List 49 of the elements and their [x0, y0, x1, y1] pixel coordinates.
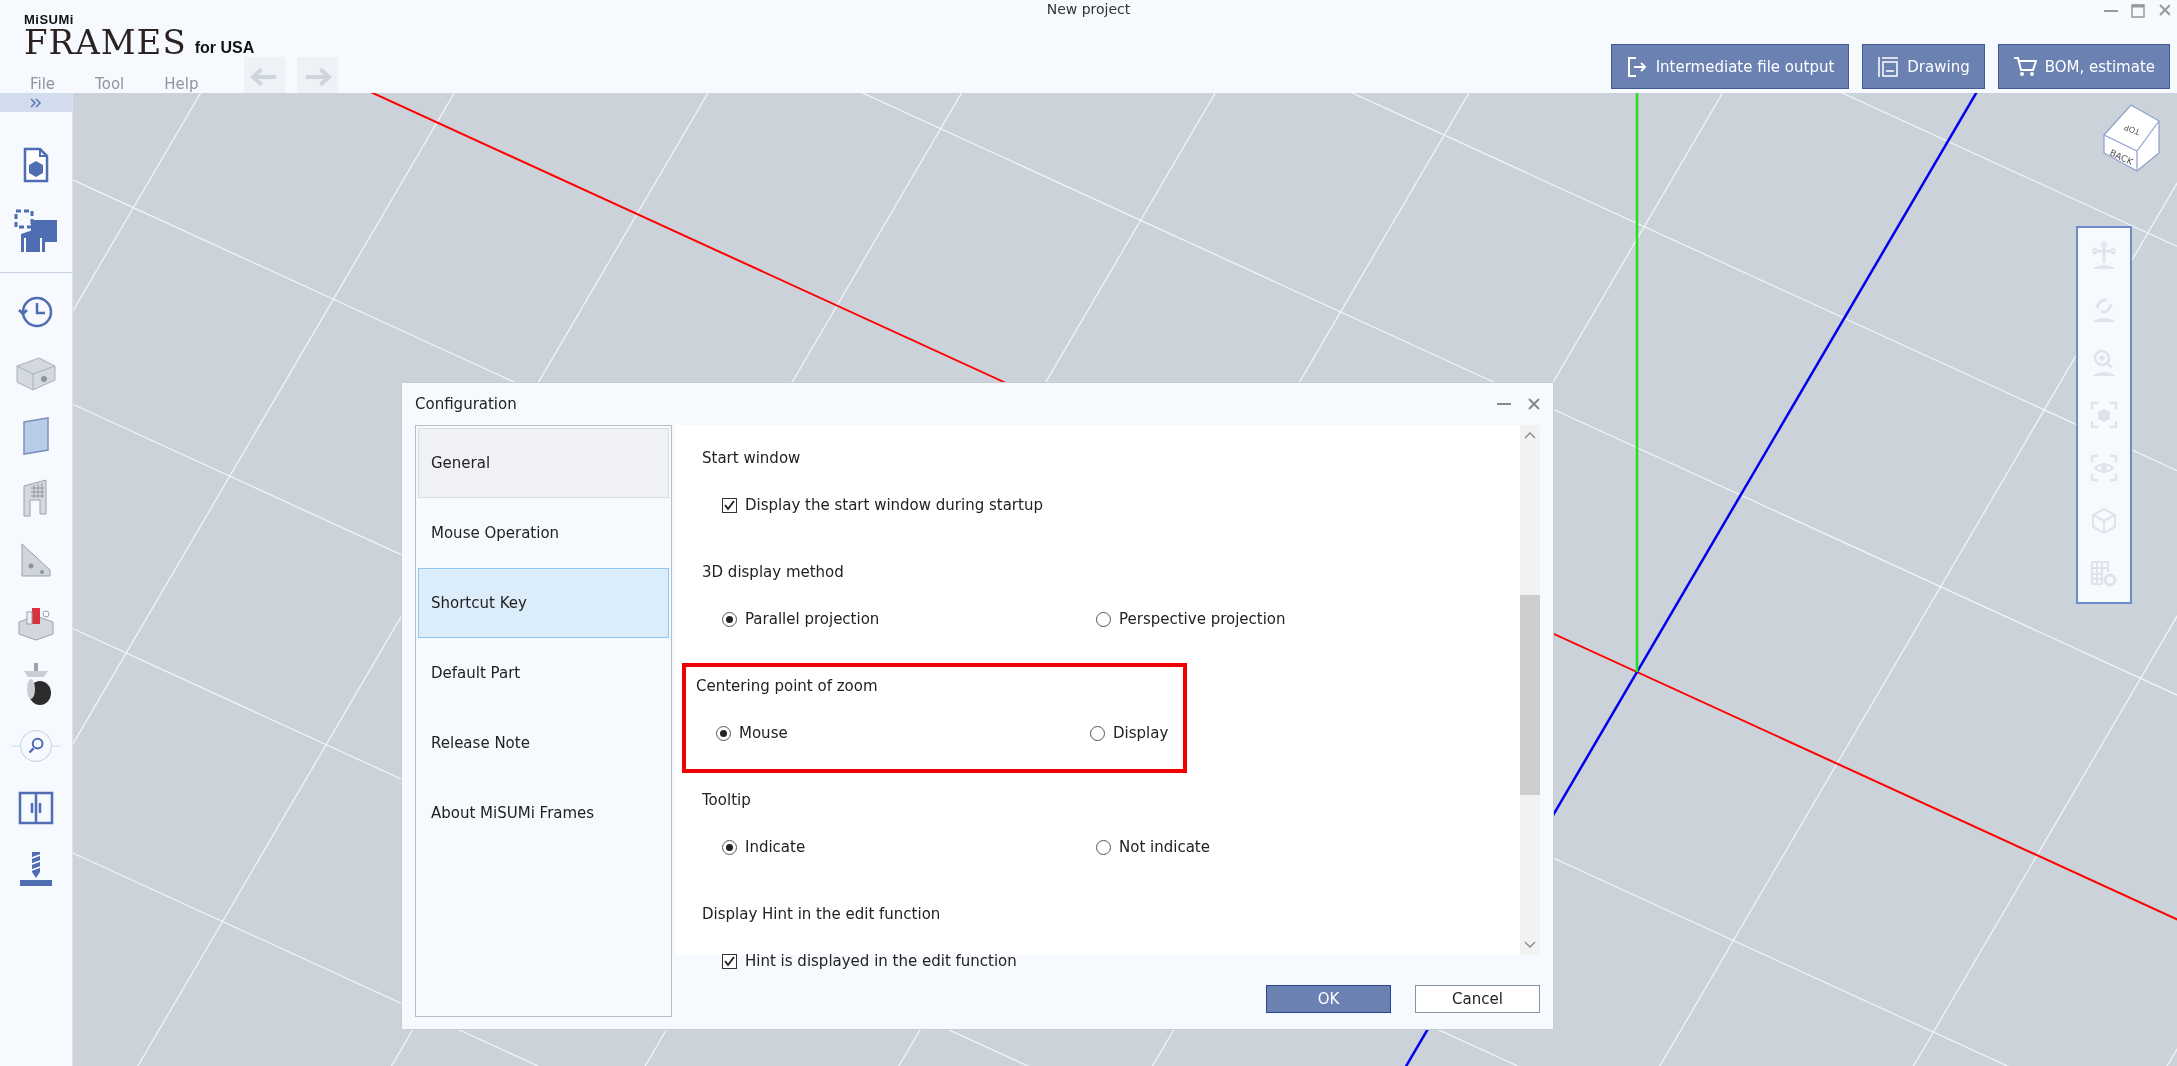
scrollbar[interactable] — [1520, 425, 1540, 955]
nav-item[interactable]: Release Note — [418, 708, 669, 778]
window-title: New project — [1046, 0, 1131, 19]
drawing-icon — [1877, 55, 1900, 78]
section-title: Tooltip — [702, 790, 752, 811]
radio-button[interactable] — [1090, 725, 1105, 741]
radio-option[interactable]: Not indicate — [1096, 835, 1210, 859]
export-icon — [1625, 55, 1648, 78]
radio-button[interactable] — [1096, 611, 1111, 627]
section-title: 3D display method — [702, 562, 845, 583]
drawing-button[interactable]: Drawing — [1862, 44, 1985, 89]
radio-button[interactable] — [1096, 839, 1111, 855]
cart-icon — [2012, 55, 2037, 78]
right-arrow-icon — [303, 66, 333, 88]
checkbox[interactable] — [722, 953, 737, 969]
radio-option[interactable]: Parallel projection — [722, 607, 880, 631]
checkbox-option[interactable]: Hint is displayed in the edit function — [722, 949, 1017, 973]
radio-option[interactable]: Indicate — [722, 835, 806, 859]
radio-button[interactable] — [716, 725, 731, 741]
dialog-title: Configuration — [415, 395, 517, 413]
down-chevron-icon — [1524, 941, 1536, 949]
nav-item[interactable]: Shortcut Key — [418, 568, 669, 638]
radio-button[interactable] — [722, 839, 737, 855]
checkbox[interactable] — [722, 497, 737, 513]
up-chevron-icon — [1524, 431, 1536, 439]
nav-item[interactable]: Mouse Operation — [418, 498, 669, 568]
export-button[interactable]: Intermediate file output — [1610, 44, 1850, 89]
app-logo: MiSUMi FRAMES for USA — [24, 12, 256, 57]
minimize-icon — [1497, 403, 1511, 405]
radio-option[interactable]: Perspective projection — [1096, 607, 1286, 631]
maximize-icon — [2130, 3, 2146, 19]
radio-button[interactable] — [722, 611, 737, 627]
close-icon — [1527, 397, 1541, 411]
ok-button[interactable]: OK — [1266, 985, 1391, 1013]
minimize-icon — [2104, 10, 2118, 12]
nav-item[interactable]: About MiSUMi Frames — [418, 778, 669, 848]
section-title: Centering point of zoom — [696, 676, 879, 697]
cancel-button[interactable]: Cancel — [1415, 985, 1540, 1013]
nav-item[interactable]: General — [418, 428, 669, 498]
expand-button[interactable] — [0, 93, 72, 112]
checkbox-option[interactable]: Display the start window during startup — [722, 493, 1043, 517]
section-title: Start window — [702, 448, 802, 469]
double-chevron-icon — [30, 97, 42, 108]
cart-button[interactable]: BOM, estimate — [1997, 44, 2170, 89]
radio-option[interactable]: Mouse — [716, 721, 788, 745]
nav-item[interactable]: Default Part — [418, 638, 669, 708]
scrollbar-thumb[interactable] — [1520, 595, 1540, 795]
radio-option[interactable]: Display — [1090, 721, 1169, 745]
section-title: Display Hint in the edit function — [702, 904, 942, 925]
